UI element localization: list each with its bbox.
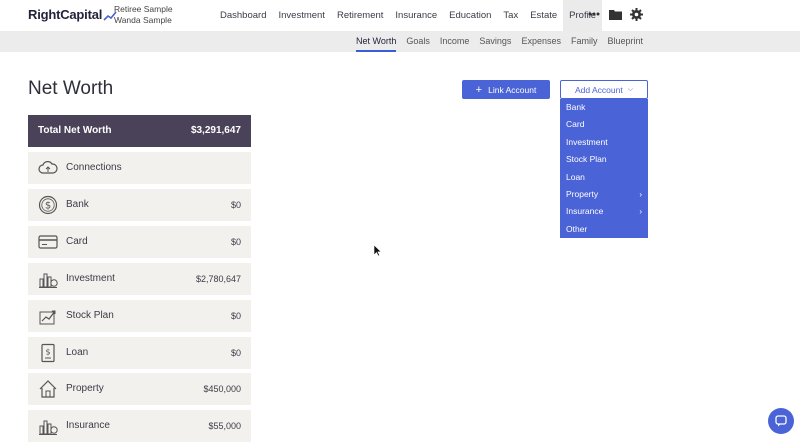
add-account-label: Add Account bbox=[574, 84, 623, 95]
tab-blueprint[interactable]: Blueprint bbox=[602, 31, 648, 52]
dollar-coin-icon: $ bbox=[38, 195, 58, 215]
account-value: $0 bbox=[230, 311, 241, 321]
menu-item-loan[interactable]: Loan bbox=[560, 169, 648, 186]
svg-text:$: $ bbox=[45, 348, 50, 357]
client-name[interactable]: Retiree Sample Wanda Sample bbox=[114, 4, 173, 26]
insurance-chart-icon bbox=[39, 420, 58, 435]
nav-tax[interactable]: Tax bbox=[497, 0, 524, 31]
client-name-secondary: Wanda Sample bbox=[114, 15, 172, 25]
total-net-worth-row: Total Net Worth $3,291,647 bbox=[28, 115, 251, 147]
nav-education[interactable]: Education bbox=[443, 0, 497, 31]
account-label: Investment bbox=[66, 273, 115, 284]
tab-goals[interactable]: Goals bbox=[401, 31, 435, 52]
chevron-right-icon: › bbox=[639, 189, 642, 199]
account-value: $2,780,647 bbox=[195, 274, 241, 284]
house-icon bbox=[39, 380, 57, 398]
logo-text: RightCapital bbox=[28, 7, 103, 22]
tab-family[interactable]: Family bbox=[566, 31, 603, 52]
chat-button[interactable] bbox=[768, 408, 794, 434]
nav-insurance[interactable]: Insurance bbox=[389, 0, 443, 31]
bar-chart-icon bbox=[39, 273, 58, 288]
menu-item-card[interactable]: Card bbox=[560, 116, 648, 133]
more-icon[interactable] bbox=[588, 12, 600, 16]
account-value: $450,000 bbox=[203, 384, 241, 394]
account-value: $55,000 bbox=[208, 421, 241, 431]
account-row-property[interactable]: Property $450,000 bbox=[28, 373, 251, 405]
loan-document-icon: $ bbox=[41, 343, 55, 363]
total-net-worth-label: Total Net Worth bbox=[38, 125, 112, 136]
nav-retirement[interactable]: Retirement bbox=[331, 0, 389, 31]
account-label: Card bbox=[66, 236, 88, 247]
menu-item-bank[interactable]: Bank bbox=[560, 99, 648, 116]
chevron-right-icon: › bbox=[639, 207, 642, 217]
chat-icon bbox=[775, 415, 787, 427]
account-label: Property bbox=[66, 383, 104, 394]
account-value: $0 bbox=[230, 348, 241, 358]
menu-item-insurance-label: Insurance bbox=[566, 206, 604, 217]
mouse-cursor-icon bbox=[374, 245, 382, 257]
link-account-label: Link Account bbox=[488, 84, 537, 95]
svg-text:$: $ bbox=[45, 201, 51, 212]
account-row-connections[interactable]: Connections bbox=[28, 152, 251, 184]
client-name-primary: Retiree Sample bbox=[114, 4, 173, 14]
nav-dashboard[interactable]: Dashboard bbox=[214, 0, 272, 31]
add-account-button[interactable]: Add Account ⌵ bbox=[560, 80, 648, 99]
sub-navigation-bar: Net Worth Goals Income Savings Expenses … bbox=[0, 31, 800, 52]
account-label: Insurance bbox=[66, 420, 110, 431]
tab-net-worth[interactable]: Net Worth bbox=[351, 31, 401, 52]
page-title: Net Worth bbox=[28, 78, 114, 99]
credit-card-icon bbox=[38, 235, 58, 249]
menu-item-investment[interactable]: Investment bbox=[560, 134, 648, 151]
menu-item-property[interactable]: Property › bbox=[560, 186, 648, 203]
link-account-button[interactable]: + Link Account bbox=[462, 80, 550, 99]
app-logo[interactable]: RightCapital bbox=[28, 7, 117, 22]
account-row-loan[interactable]: $ Loan $0 bbox=[28, 337, 251, 369]
account-row-stock-plan[interactable]: Stock Plan $0 bbox=[28, 300, 251, 332]
total-net-worth-value: $3,291,647 bbox=[190, 125, 241, 136]
account-row-card[interactable]: Card $0 bbox=[28, 226, 251, 258]
account-label: Loan bbox=[66, 347, 89, 358]
account-row-insurance[interactable]: Insurance $55,000 bbox=[28, 410, 251, 442]
gear-icon[interactable] bbox=[630, 8, 643, 21]
sub-nav: Net Worth Goals Income Savings Expenses … bbox=[351, 31, 648, 52]
tab-income[interactable]: Income bbox=[435, 31, 475, 52]
folder-icon[interactable] bbox=[609, 9, 622, 20]
plus-icon: + bbox=[475, 83, 483, 96]
account-value: $0 bbox=[230, 200, 241, 210]
menu-item-insurance[interactable]: Insurance › bbox=[560, 203, 648, 220]
account-label: Bank bbox=[66, 199, 89, 210]
account-value: $0 bbox=[230, 237, 241, 247]
tab-expenses[interactable]: Expenses bbox=[516, 31, 566, 52]
account-label: Connections bbox=[66, 162, 122, 173]
main-nav: Dashboard Investment Retirement Insuranc… bbox=[214, 0, 603, 31]
menu-item-property-label: Property bbox=[566, 188, 599, 199]
tab-savings[interactable]: Savings bbox=[474, 31, 516, 52]
account-row-investment[interactable]: Investment $2,780,647 bbox=[28, 263, 251, 295]
top-navigation-bar: RightCapital Retiree Sample Wanda Sample… bbox=[0, 0, 800, 31]
add-account-menu: Bank Card Investment Stock Plan Loan Pro… bbox=[560, 99, 648, 238]
menu-item-stock-plan[interactable]: Stock Plan bbox=[560, 151, 648, 168]
stock-chart-icon bbox=[39, 310, 56, 325]
account-row-bank[interactable]: $ Bank $0 bbox=[28, 189, 251, 221]
cloud-sync-icon bbox=[38, 161, 58, 174]
nav-investment[interactable]: Investment bbox=[272, 0, 330, 31]
menu-item-other[interactable]: Other bbox=[560, 221, 648, 238]
account-label: Stock Plan bbox=[66, 310, 114, 321]
nav-estate[interactable]: Estate bbox=[524, 0, 563, 31]
chevron-down-icon: ⌵ bbox=[627, 85, 634, 93]
